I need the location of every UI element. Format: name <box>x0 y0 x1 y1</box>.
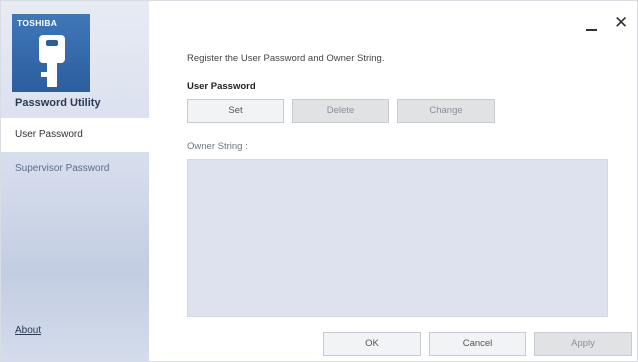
about-link[interactable]: About <box>15 325 41 336</box>
password-utility-window: TOSHIBA Password Utility User Password S… <box>0 0 638 362</box>
owner-string-field[interactable] <box>187 159 608 317</box>
apply-button[interactable]: Apply <box>534 332 632 356</box>
delete-button[interactable]: Delete <box>292 99 389 123</box>
app-logo: TOSHIBA <box>12 14 90 92</box>
cancel-button[interactable]: Cancel <box>429 332 526 356</box>
brand-label: TOSHIBA <box>17 18 58 28</box>
user-password-title: User Password <box>187 81 256 92</box>
key-icon <box>39 35 65 87</box>
ok-button[interactable]: OK <box>323 332 421 356</box>
app-title: Password Utility <box>15 97 101 109</box>
set-button[interactable]: Set <box>187 99 284 123</box>
change-button[interactable]: Change <box>397 99 495 123</box>
sidebar-item-user-password[interactable]: User Password <box>1 118 149 152</box>
intro-text: Register the User Password and Owner Str… <box>187 53 385 64</box>
owner-string-label: Owner String : <box>187 141 248 152</box>
close-icon[interactable]: ✕ <box>614 14 628 31</box>
minimize-icon[interactable] <box>585 21 599 35</box>
sidebar: TOSHIBA Password Utility User Password S… <box>1 1 149 362</box>
sidebar-item-supervisor-password[interactable]: Supervisor Password <box>1 152 149 186</box>
